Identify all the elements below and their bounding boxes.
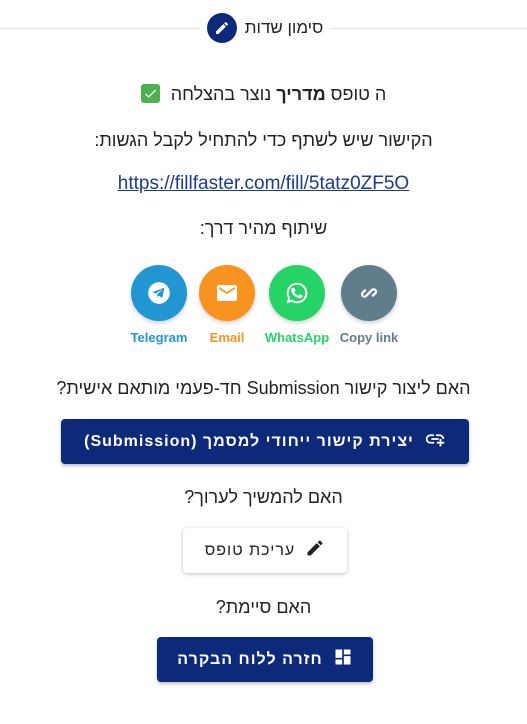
pencil-icon xyxy=(305,538,325,563)
dashboard-icon xyxy=(333,647,353,672)
back-to-dashboard-label: חזרה ללוח הבקרה xyxy=(177,650,323,668)
whatsapp-icon[interactable] xyxy=(269,265,325,321)
share-copy-link-label: Copy link xyxy=(339,330,399,345)
section-header: סימון שדות xyxy=(0,10,527,46)
submission-question: האם ליצור קישור Submission חד-פעמי מותאם… xyxy=(56,378,471,398)
share-copy-link[interactable]: Copy link xyxy=(324,265,414,345)
success-message: ה טופס מדריך נוצר בהצלחה xyxy=(0,84,527,105)
finish-question: האם סיימת? xyxy=(215,597,312,617)
share-instruction: הקישור שיש לשתף כדי להתחיל לקבל הגשות: xyxy=(94,130,433,150)
header-label-wrap: סימון שדות xyxy=(200,10,330,46)
share-buttons: Telegram Email WhatsApp Copy link xyxy=(128,265,404,347)
edit-form-label: עריכת טופס xyxy=(204,541,296,559)
share-link[interactable]: https://fillfaster.com/fill/5tatz0ZF5O xyxy=(118,173,409,194)
share-link-container: https://fillfaster.com/fill/5tatz0ZF5O xyxy=(0,173,527,195)
edit-form-button[interactable]: עריכת טופס xyxy=(183,528,347,573)
create-submission-link-button[interactable]: יצירת קישור ייחודי למסמך (Submission) xyxy=(61,419,469,464)
link-icon[interactable] xyxy=(341,265,397,321)
section-title: סימון שדות xyxy=(244,18,324,37)
page: סימון שדות ה טופס מדריך נוצר בהצלחה הקיש… xyxy=(0,0,527,724)
back-to-dashboard-button[interactable]: חזרה ללוח הבקרה xyxy=(157,637,373,682)
edit-question: האם להמשיך לערוך? xyxy=(184,487,343,507)
quick-share-label: שיתוף מהיר דרך: xyxy=(199,218,328,238)
email-icon[interactable] xyxy=(199,265,255,321)
form-name: מדריך xyxy=(276,84,326,104)
add-link-icon xyxy=(424,428,446,455)
success-suffix: נוצר בהצלחה xyxy=(170,84,272,104)
check-icon xyxy=(140,84,160,103)
telegram-icon[interactable] xyxy=(131,265,187,321)
create-submission-link-label: יצירת קישור ייחודי למסמך (Submission) xyxy=(84,432,414,450)
success-prefix: ה טופס xyxy=(330,84,387,104)
pencil-icon xyxy=(206,13,237,43)
